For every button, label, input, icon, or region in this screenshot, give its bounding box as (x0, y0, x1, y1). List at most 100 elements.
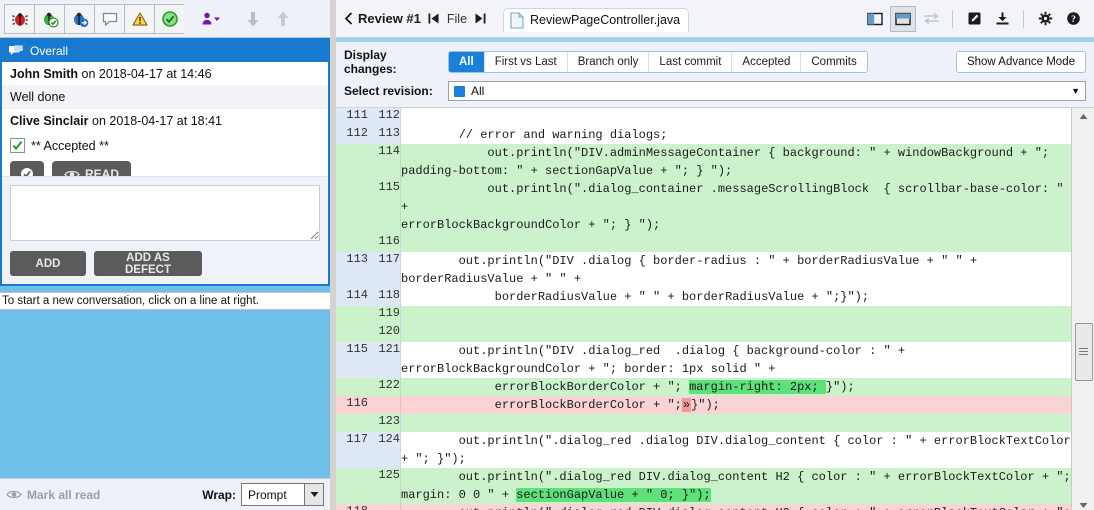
check-circle-green-icon[interactable] (154, 4, 184, 34)
diff-row[interactable]: 115121 out.println("DIV .dialog_red .dia… (336, 342, 1072, 378)
diff-code-cell[interactable] (401, 306, 1073, 324)
diff-row[interactable]: 111112 (336, 108, 1072, 126)
filter-all[interactable]: All (449, 52, 485, 72)
diff-code-cell[interactable]: out.println(".dialog_red DIV.dialog_cont… (401, 504, 1073, 510)
diff-row[interactable]: 117124 out.println(".dialog_red .dialog … (336, 432, 1072, 468)
line-number-new[interactable]: 114 (368, 144, 401, 180)
scroll-up-arrow-icon[interactable] (1072, 108, 1094, 125)
line-number-old[interactable]: 113 (336, 252, 368, 288)
line-number-old[interactable]: 118 (336, 504, 368, 510)
revision-select[interactable]: All ▼ (448, 81, 1086, 101)
line-number-new[interactable]: 118 (368, 288, 401, 306)
line-number-new[interactable] (368, 396, 401, 414)
first-file-button[interactable] (421, 12, 447, 25)
reply-input[interactable] (10, 185, 320, 241)
warning-triangle-icon[interactable] (124, 4, 154, 34)
diff-row[interactable]: 119 (336, 306, 1072, 324)
line-number-old[interactable] (336, 234, 368, 252)
arrow-up-icon[interactable] (268, 4, 298, 34)
diff-code-cell[interactable] (401, 234, 1073, 252)
mark-all-read-button[interactable]: Mark all read (6, 488, 100, 502)
diff-vertical-scrollbar[interactable] (1071, 108, 1094, 510)
diff-row[interactable]: 118 out.println(".dialog_red DIV.dialog_… (336, 504, 1072, 510)
line-number-old[interactable]: 117 (336, 432, 368, 468)
comment-bubble-icon[interactable] (94, 4, 124, 34)
line-number-old[interactable]: 112 (336, 126, 368, 144)
line-number-old[interactable]: 115 (336, 342, 368, 378)
settings-gear-icon[interactable] (1032, 6, 1058, 32)
file-tab[interactable]: ReviewPageController.java (503, 8, 689, 32)
line-number-new[interactable]: 119 (368, 306, 401, 324)
line-number-old[interactable] (336, 144, 368, 180)
diff-code-cell[interactable]: out.println(".dialog_red DIV.dialog_cont… (401, 468, 1073, 504)
wrap-select[interactable]: Prompt (241, 483, 324, 506)
show-advance-mode-button[interactable]: Show Advance Mode (956, 51, 1086, 73)
diff-row[interactable]: 113117 out.println("DIV .dialog { border… (336, 252, 1072, 288)
diff-row[interactable]: 120 (336, 324, 1072, 342)
diff-code-cell[interactable]: out.println(".dialog_red .dialog DIV.dia… (401, 432, 1073, 468)
download-icon[interactable] (989, 6, 1015, 32)
line-number-old[interactable] (336, 414, 368, 432)
unified-view-icon[interactable] (890, 6, 916, 32)
add-as-defect-button[interactable]: ADD AS DEFECT (94, 251, 202, 276)
diff-row[interactable]: 123 (336, 414, 1072, 432)
diff-code-cell[interactable] (401, 414, 1073, 432)
diff-code-cell[interactable]: borderRadiusValue + " " + borderRadiusVa… (401, 288, 1073, 306)
back-to-review-link[interactable]: Review #1 (344, 11, 421, 26)
diff-code-cell[interactable]: out.println("DIV .dialog_red .dialog { b… (401, 342, 1073, 378)
diff-row[interactable]: 115 out.println(".dialog_container .mess… (336, 180, 1072, 234)
line-number-new[interactable]: 124 (368, 432, 401, 468)
edit-icon[interactable] (961, 6, 987, 32)
line-number-new[interactable] (368, 504, 401, 510)
diff-code-cell[interactable]: out.println(".dialog_container .messageS… (401, 180, 1073, 234)
line-number-new[interactable]: 115 (368, 180, 401, 234)
diff-row[interactable]: 112113 // error and warning dialogs; (336, 126, 1072, 144)
line-number-old[interactable]: 116 (336, 396, 368, 414)
filter-accepted[interactable]: Accepted (732, 52, 801, 72)
side-by-side-view-icon[interactable] (862, 6, 888, 32)
add-button[interactable]: ADD (10, 251, 86, 276)
bug-red-icon[interactable] (4, 4, 34, 34)
line-number-old[interactable]: 111 (336, 108, 368, 126)
diff-code-cell[interactable] (401, 108, 1073, 126)
diff-code-cell[interactable]: errorBlockBorderColor + "; margin-right:… (401, 378, 1073, 396)
line-number-new[interactable]: 117 (368, 252, 401, 288)
scrollbar-thumb[interactable] (1075, 323, 1093, 381)
last-file-button[interactable] (467, 12, 493, 25)
user-dropdown-icon[interactable] (196, 4, 226, 34)
line-number-old[interactable] (336, 306, 368, 324)
arrow-down-icon[interactable] (238, 4, 268, 34)
bug-green-check-icon[interactable] (34, 4, 64, 34)
line-number-old[interactable]: 114 (336, 288, 368, 306)
diff-code-cell[interactable]: errorBlockBorderColor + ";»}"); (401, 396, 1073, 414)
diff-code-cell[interactable]: // error and warning dialogs; (401, 126, 1073, 144)
line-number-old[interactable] (336, 180, 368, 234)
line-number-old[interactable] (336, 468, 368, 504)
line-number-new[interactable]: 116 (368, 234, 401, 252)
diff-row[interactable]: 116 errorBlockBorderColor + ";»}"); (336, 396, 1072, 414)
line-number-old[interactable] (336, 324, 368, 342)
filter-first-vs-last[interactable]: First vs Last (485, 52, 568, 72)
line-number-new[interactable]: 120 (368, 324, 401, 342)
line-number-new[interactable]: 123 (368, 414, 401, 432)
line-number-old[interactable] (336, 378, 368, 396)
diff-row[interactable]: 114 out.println("DIV.adminMessageContain… (336, 144, 1072, 180)
diff-code-cell[interactable] (401, 324, 1073, 342)
diff-code-cell[interactable]: out.println("DIV .dialog { border-radius… (401, 252, 1073, 288)
diff-row[interactable]: 116 (336, 234, 1072, 252)
diff-code-cell[interactable]: out.println("DIV.adminMessageContainer {… (401, 144, 1073, 180)
filter-commits[interactable]: Commits (801, 52, 866, 72)
diff-row[interactable]: 125 out.println(".dialog_red DIV.dialog_… (336, 468, 1072, 504)
filter-last-commit[interactable]: Last commit (649, 52, 732, 72)
scroll-down-arrow-icon[interactable] (1072, 497, 1094, 510)
diff-content[interactable]: 111112 112113 // error and warning dialo… (336, 108, 1072, 510)
line-number-new[interactable]: 112 (368, 108, 401, 126)
diff-row[interactable]: 122 errorBlockBorderColor + "; margin-ri… (336, 378, 1072, 396)
diff-row[interactable]: 114118 borderRadiusValue + " " + borderR… (336, 288, 1072, 306)
bug-blue-arrow-icon[interactable] (64, 4, 94, 34)
line-number-new[interactable]: 122 (368, 378, 401, 396)
filter-branch-only[interactable]: Branch only (568, 52, 650, 72)
line-number-new[interactable]: 121 (368, 342, 401, 378)
line-number-new[interactable]: 113 (368, 126, 401, 144)
line-number-new[interactable]: 125 (368, 468, 401, 504)
